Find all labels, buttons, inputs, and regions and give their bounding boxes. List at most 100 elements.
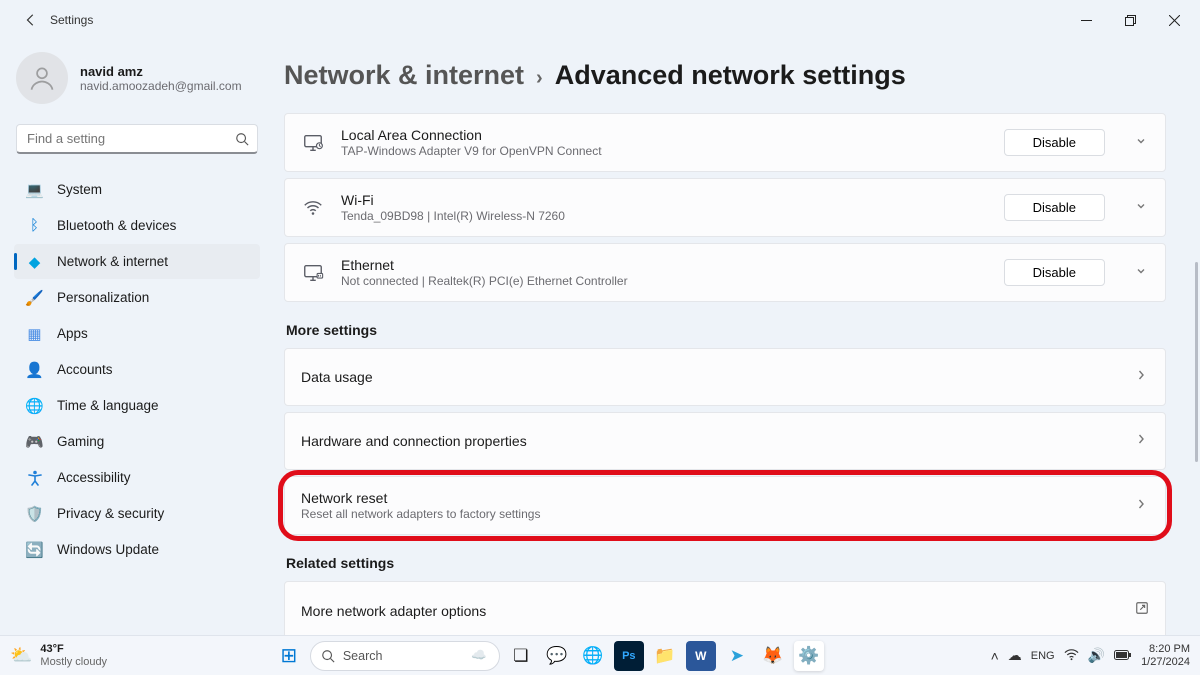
profile-name: navid amz	[80, 64, 242, 79]
chevron-down-icon	[1135, 199, 1149, 217]
battery-icon[interactable]	[1114, 648, 1132, 664]
adapter-local-area-connection[interactable]: Local Area ConnectionTAP-Windows Adapter…	[285, 114, 1165, 171]
tray-overflow[interactable]: ˄	[991, 648, 999, 664]
app-chrome[interactable]: 🌐	[578, 641, 608, 671]
profile-email: navid.amoozadeh@gmail.com	[80, 79, 242, 93]
tray-onedrive[interactable]: ☁	[1008, 647, 1022, 664]
sidebar-item-time-language[interactable]: 🌐 Time & language	[14, 388, 260, 423]
row-title: Network reset	[301, 490, 1105, 506]
disable-button[interactable]: Disable	[1004, 194, 1105, 221]
network-icon: ◆	[26, 253, 43, 270]
adapter-sub: TAP-Windows Adapter V9 for OpenVPN Conne…	[341, 144, 988, 158]
sidebar: navid amz navid.amoozadeh@gmail.com 💻 Sys…	[0, 40, 270, 635]
app-photoshop[interactable]: Ps	[614, 641, 644, 671]
minimize-button[interactable]	[1064, 0, 1108, 40]
row-sub: Reset all network adapters to factory se…	[301, 507, 1105, 521]
windows-icon: 🔄	[26, 541, 43, 558]
sidebar-item-label: Apps	[57, 326, 88, 341]
search-icon	[321, 649, 335, 663]
personalization-icon: 🖌️	[26, 289, 43, 306]
sidebar-item-accessibility[interactable]: Accessibility	[14, 460, 260, 495]
adapter-title: Local Area Connection	[341, 127, 988, 143]
close-button[interactable]	[1152, 0, 1196, 40]
adapter-ethernet[interactable]: EthernetNot connected | Realtek(R) PCI(e…	[285, 244, 1165, 301]
accounts-icon: 👤	[26, 361, 43, 378]
sidebar-item-label: Windows Update	[57, 542, 159, 557]
row-title: Hardware and connection properties	[301, 433, 1105, 449]
hardware-and-connection-properties-row[interactable]: Hardware and connection properties	[285, 413, 1165, 469]
sidebar-item-system[interactable]: 💻 System	[14, 172, 260, 207]
chevron-right-icon	[1135, 497, 1149, 515]
profile[interactable]: navid amz navid.amoozadeh@gmail.com	[14, 48, 260, 118]
network-reset-row[interactable]: Network resetReset all network adapters …	[285, 477, 1165, 534]
app-explorer[interactable]: 📁	[650, 641, 680, 671]
sidebar-item-network-internet[interactable]: ◆ Network & internet	[14, 244, 260, 279]
weather-widget[interactable]: ⛅ 43°F Mostly cloudy	[0, 643, 117, 667]
time-icon: 🌐	[26, 397, 43, 414]
volume-icon[interactable]: 🔊	[1088, 647, 1105, 664]
sidebar-item-label: Gaming	[57, 434, 104, 449]
privacy-icon: 🛡️	[26, 505, 43, 522]
chevron-down-icon	[1135, 264, 1149, 282]
back-button[interactable]	[22, 11, 40, 29]
task-view-button[interactable]: ❏	[506, 641, 536, 671]
scrollbar[interactable]	[1195, 100, 1198, 620]
clock[interactable]: 8:20 PM 1/27/2024	[1141, 643, 1190, 668]
bluetooth-icon: ᛒ	[26, 217, 43, 234]
app-telegram[interactable]: ➤	[722, 641, 752, 671]
apps-icon: ▦	[26, 325, 43, 342]
breadcrumb: Network & internet › Advanced network se…	[284, 60, 1166, 91]
weather-temp: 43°F	[40, 643, 107, 655]
search-input[interactable]	[16, 124, 258, 154]
wifi-icon[interactable]	[1064, 647, 1079, 665]
monitor-icon	[301, 131, 325, 155]
related-settings-heading: Related settings	[286, 555, 1166, 571]
external-link-icon	[1135, 601, 1149, 620]
search-field[interactable]	[25, 130, 235, 147]
sidebar-item-bluetooth-devices[interactable]: ᛒBluetooth & devices	[14, 208, 260, 243]
breadcrumb-parent[interactable]: Network & internet	[284, 60, 524, 91]
sidebar-item-label: Privacy & security	[57, 506, 164, 521]
system-tray: ˄ ☁ ENG 🔊 8:20 PM 1/27/2024	[981, 643, 1200, 668]
disable-button[interactable]: Disable	[1004, 129, 1105, 156]
system-icon: 💻	[26, 181, 43, 198]
sidebar-item-label: Time & language	[57, 398, 159, 413]
cloud-icon: ☁️	[471, 648, 487, 663]
adapter-wi-fi[interactable]: Wi-FiTenda_09BD98 | Intel(R) Wireless-N …	[285, 179, 1165, 236]
page-title: Advanced network settings	[555, 60, 906, 91]
maximize-button[interactable]	[1108, 0, 1152, 40]
row-title: More network adapter options	[301, 603, 1105, 619]
tray-language[interactable]: ENG	[1031, 650, 1055, 662]
sidebar-item-label: Accounts	[57, 362, 113, 377]
app-word[interactable]: W	[686, 641, 716, 671]
sidebar-item-label: System	[57, 182, 102, 197]
main-content: Network & internet › Advanced network se…	[270, 40, 1200, 635]
sidebar-item-personalization[interactable]: 🖌️ Personalization	[14, 280, 260, 315]
sidebar-item-windows-update[interactable]: 🔄 Windows Update	[14, 532, 260, 567]
gaming-icon: 🎮	[26, 433, 43, 450]
app-chat[interactable]: 💬	[542, 641, 572, 671]
adapter-title: Wi-Fi	[341, 192, 988, 208]
sidebar-item-apps[interactable]: ▦ Apps	[14, 316, 260, 351]
sidebar-item-privacy-security[interactable]: 🛡️ Privacy & security	[14, 496, 260, 531]
chevron-right-icon	[1135, 432, 1149, 450]
sidebar-item-accounts[interactable]: 👤 Accounts	[14, 352, 260, 387]
sidebar-item-gaming[interactable]: 🎮 Gaming	[14, 424, 260, 459]
taskbar-search-label: Search	[343, 649, 383, 663]
more-network-adapter-options-row[interactable]: More network adapter options	[285, 582, 1165, 635]
data-usage-row[interactable]: Data usage	[285, 349, 1165, 405]
window-title: Settings	[50, 13, 93, 27]
chevron-right-icon	[1135, 368, 1149, 386]
sidebar-item-label: Accessibility	[57, 470, 131, 485]
taskbar-search[interactable]: Search ☁️	[310, 641, 500, 671]
adapter-title: Ethernet	[341, 257, 988, 273]
disable-button[interactable]: Disable	[1004, 259, 1105, 286]
adapter-sub: Not connected | Realtek(R) PCI(e) Ethern…	[341, 274, 988, 288]
chevron-down-icon	[1135, 134, 1149, 152]
sidebar-item-label: Personalization	[57, 290, 149, 305]
ethernet-icon	[301, 261, 325, 285]
app-settings[interactable]: ⚙️	[794, 641, 824, 671]
sidebar-item-label: Network & internet	[57, 254, 168, 269]
app-firefox[interactable]: 🦊	[758, 641, 788, 671]
start-button[interactable]: ⊞	[274, 641, 304, 671]
